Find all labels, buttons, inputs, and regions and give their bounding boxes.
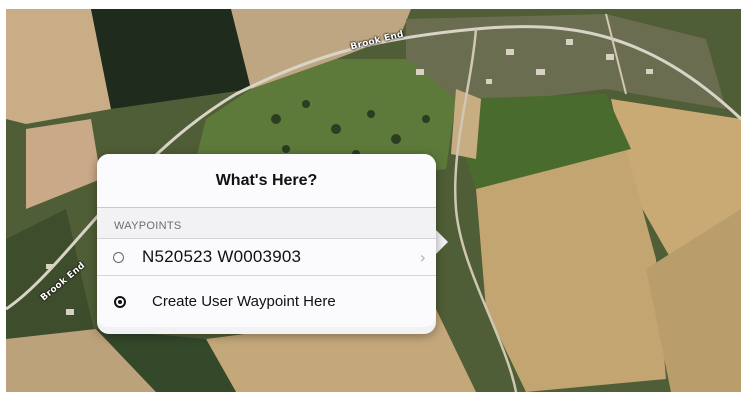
waypoints-section-label: WAYPOINTS <box>114 220 182 232</box>
waypoint-coordinate-row[interactable]: N520523 W0003903 › <box>97 238 436 276</box>
waypoint-coordinate-label: N520523 W0003903 <box>142 247 302 266</box>
create-user-waypoint-button[interactable]: Create User Waypoint Here <box>97 276 436 327</box>
popup-title: What's Here? <box>215 171 318 189</box>
chevron-right-icon: › <box>419 248 426 267</box>
whats-here-popup: What's Here? WAYPOINTS N520523 W0003903 … <box>97 154 436 334</box>
popup-pointer <box>436 230 448 254</box>
target-icon <box>114 295 126 308</box>
popup-header: What's Here? <box>97 154 436 208</box>
create-user-waypoint-label: Create User Waypoint Here <box>152 293 336 310</box>
radio-circle-icon <box>113 251 124 263</box>
